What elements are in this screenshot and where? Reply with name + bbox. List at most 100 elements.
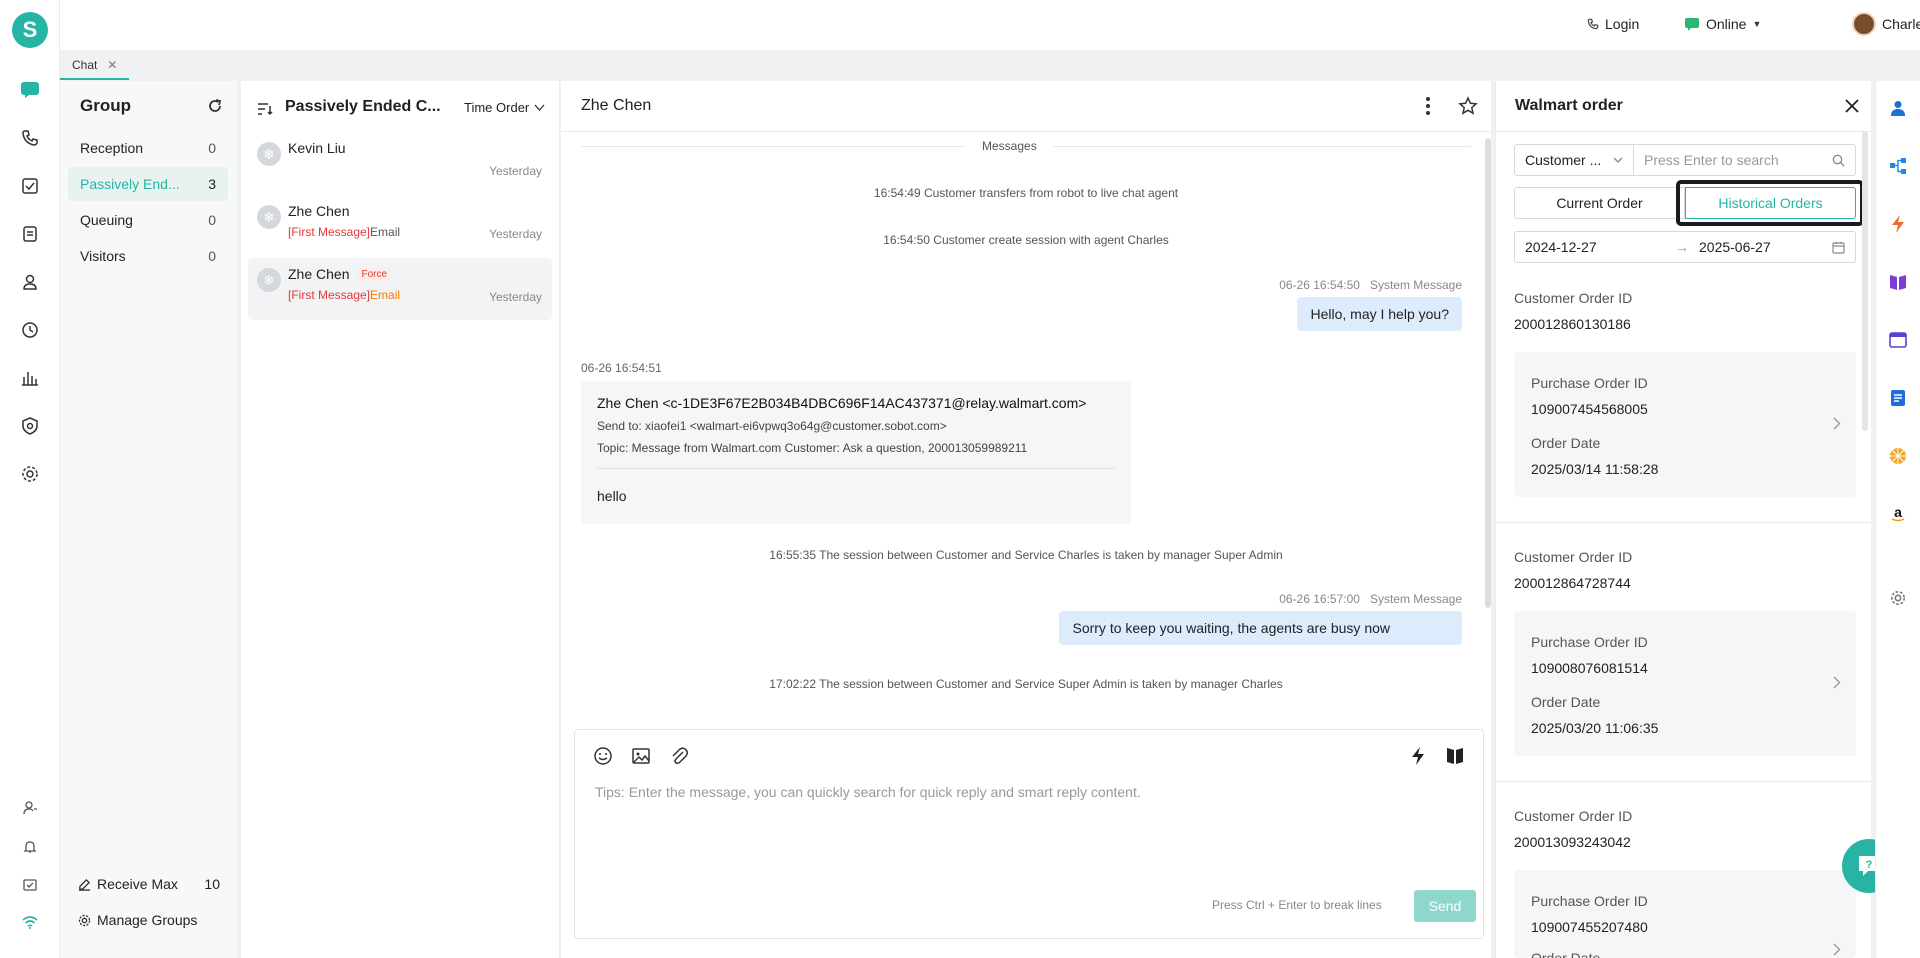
message-time: 06-26 16:57:00 (1279, 592, 1360, 606)
chat-header: Zhe Chen (561, 81, 1491, 132)
knowledge-book-icon[interactable] (1886, 270, 1910, 294)
tickets-nav-icon[interactable] (18, 222, 42, 246)
amazon-icon[interactable]: a (1886, 502, 1910, 526)
refresh-icon[interactable] (207, 98, 223, 114)
user-menu[interactable]: Charles ▼ (1852, 0, 1920, 48)
panel-scrollbar[interactable] (1862, 131, 1868, 431)
group-item-visitors[interactable]: Visitors 0 (68, 239, 228, 273)
tab-chat[interactable]: Chat ✕ (60, 52, 130, 80)
customer-order-label: Customer Order ID (1514, 808, 1633, 824)
top-bar: Login Online ▼ Charles ▼ (60, 0, 1920, 50)
search-type-label: Customer ... (1525, 152, 1602, 168)
close-icon[interactable] (1845, 99, 1859, 113)
order-search-input[interactable]: Press Enter to search (1633, 144, 1856, 176)
sort-dropdown[interactable]: Time Order (464, 100, 545, 115)
chat-scrollbar[interactable] (1485, 138, 1491, 608)
message-sender: System Message (1369, 278, 1462, 292)
calendar-app-icon[interactable] (1886, 328, 1910, 352)
reports-nav-icon[interactable] (18, 366, 42, 390)
close-icon[interactable]: ✕ (107, 58, 117, 72)
line-break-hint: Press Ctrl + Enter to break lines (1212, 898, 1382, 912)
list-item[interactable]: ❄ Kevin Liu Yesterday (248, 132, 552, 194)
agent-status-icon[interactable] (18, 796, 42, 820)
phone-icon (1587, 18, 1599, 30)
bell-icon[interactable] (18, 835, 42, 859)
more-vertical-icon[interactable] (1426, 97, 1430, 115)
snowflake-icon: ❄ (257, 142, 281, 166)
login-button[interactable]: Login (1587, 0, 1639, 48)
manage-groups-button[interactable]: Manage Groups (78, 912, 197, 928)
image-icon[interactable] (631, 746, 651, 766)
group-item-reception[interactable]: Reception 0 (68, 131, 228, 165)
emoji-icon[interactable] (593, 746, 613, 766)
group-title: Group (80, 96, 131, 115)
group-item-passively-ended[interactable]: Passively End... 3 (68, 167, 228, 201)
system-notice: 16:54:50 Customer create session with ag… (883, 233, 1169, 247)
chevron-right-icon[interactable] (1833, 417, 1841, 430)
history-nav-icon[interactable] (18, 318, 42, 342)
chevron-right-icon[interactable] (1833, 676, 1841, 689)
system-notice: 16:54:49 Customer transfers from robot t… (873, 186, 1179, 200)
tasks-nav-icon[interactable] (18, 174, 42, 198)
customer-order-id: 200012864728744 (1514, 575, 1631, 591)
message-input[interactable]: Tips: Enter the message, you can quickly… (595, 784, 1455, 800)
message-meta: 06-26 16:54:50 System Message (1279, 278, 1462, 292)
send-button[interactable]: Send (1414, 890, 1476, 922)
tab-historical-orders[interactable]: Historical Orders (1685, 187, 1856, 219)
phone-nav-icon[interactable] (18, 126, 42, 150)
app-logo: S (12, 12, 48, 48)
group-item-label: Queuing (80, 212, 133, 228)
outgoing-message: Sorry to keep you waiting, the agents ar… (1059, 611, 1462, 645)
snowflake-icon: ❄ (257, 268, 281, 292)
quality-nav-icon[interactable] (18, 414, 42, 438)
order-card[interactable]: Purchase Order ID 109008076081514 Order … (1514, 611, 1856, 756)
conversation-header: Zhe Chen Force (288, 266, 392, 282)
book-icon[interactable] (1446, 746, 1464, 766)
manage-groups-label: Manage Groups (97, 912, 198, 928)
settings-gear-icon[interactable] (1886, 586, 1910, 610)
conversation-list: Passively Ended C... Time Order ❄ Kevin … (241, 81, 560, 958)
receive-max[interactable]: Receive Max 10 (78, 876, 220, 892)
group-item-label: Visitors (80, 248, 126, 264)
gear-icon (78, 914, 91, 926)
system-notice: 16:55:35 The session between Customer an… (769, 548, 1283, 562)
order-date-label: Order Date (1531, 435, 1601, 451)
tab-current-order[interactable]: Current Order (1514, 187, 1685, 219)
quick-action-icon[interactable] (1886, 212, 1910, 236)
panel-title: Walmart order (1515, 97, 1623, 114)
lightning-icon[interactable] (1409, 746, 1427, 766)
chat-nav-icon[interactable] (18, 78, 42, 102)
order-card[interactable]: Purchase Order ID 109007454568005 Order … (1514, 352, 1856, 497)
email-topic: Topic: Message from Walmart.com Customer… (597, 441, 1028, 455)
chevron-right-icon[interactable] (1833, 943, 1841, 956)
order-card[interactable]: Purchase Order ID 109007455207480 Order … (1514, 870, 1856, 958)
tab-strip: Chat ✕ (60, 50, 1920, 80)
workflow-icon[interactable] (1886, 154, 1910, 178)
list-item[interactable]: ❄ Zhe Chen Force [First Message]Email Ye… (248, 258, 552, 320)
group-item-label: Passively End... (80, 176, 180, 192)
list-item[interactable]: ❄ Zhe Chen [First Message]Email Yesterda… (248, 195, 552, 257)
document-app-icon[interactable] (1886, 386, 1910, 410)
settings-nav-icon[interactable] (18, 462, 42, 486)
sort-list-icon[interactable] (257, 102, 273, 116)
search-type-select[interactable]: Customer ... (1514, 144, 1634, 176)
messages-divider: Messages (966, 139, 1053, 153)
chevron-down-icon (534, 104, 545, 111)
list-title: Passively Ended C... (285, 98, 441, 115)
orange-app-icon[interactable] (1886, 444, 1910, 468)
customer-order-id: 200013093243042 (1514, 834, 1631, 850)
date-range-picker[interactable]: 2024-12-27 → 2025-06-27 (1514, 231, 1856, 263)
contacts-nav-icon[interactable] (18, 270, 42, 294)
app-rail: a (1875, 81, 1920, 958)
inbox-icon[interactable] (18, 873, 42, 897)
wifi-icon (18, 910, 42, 934)
edit-icon (78, 878, 91, 891)
star-icon[interactable] (1458, 96, 1478, 116)
status-dropdown[interactable]: Online ▼ (1684, 0, 1761, 48)
date-from: 2024-12-27 (1525, 239, 1597, 255)
group-item-queuing[interactable]: Queuing 0 (68, 203, 228, 237)
attachment-icon[interactable] (669, 746, 689, 766)
conversation-time: Yesterday (489, 164, 542, 178)
customer-profile-icon[interactable] (1886, 96, 1910, 120)
message-time: 06-26 16:54:50 (1279, 278, 1360, 292)
